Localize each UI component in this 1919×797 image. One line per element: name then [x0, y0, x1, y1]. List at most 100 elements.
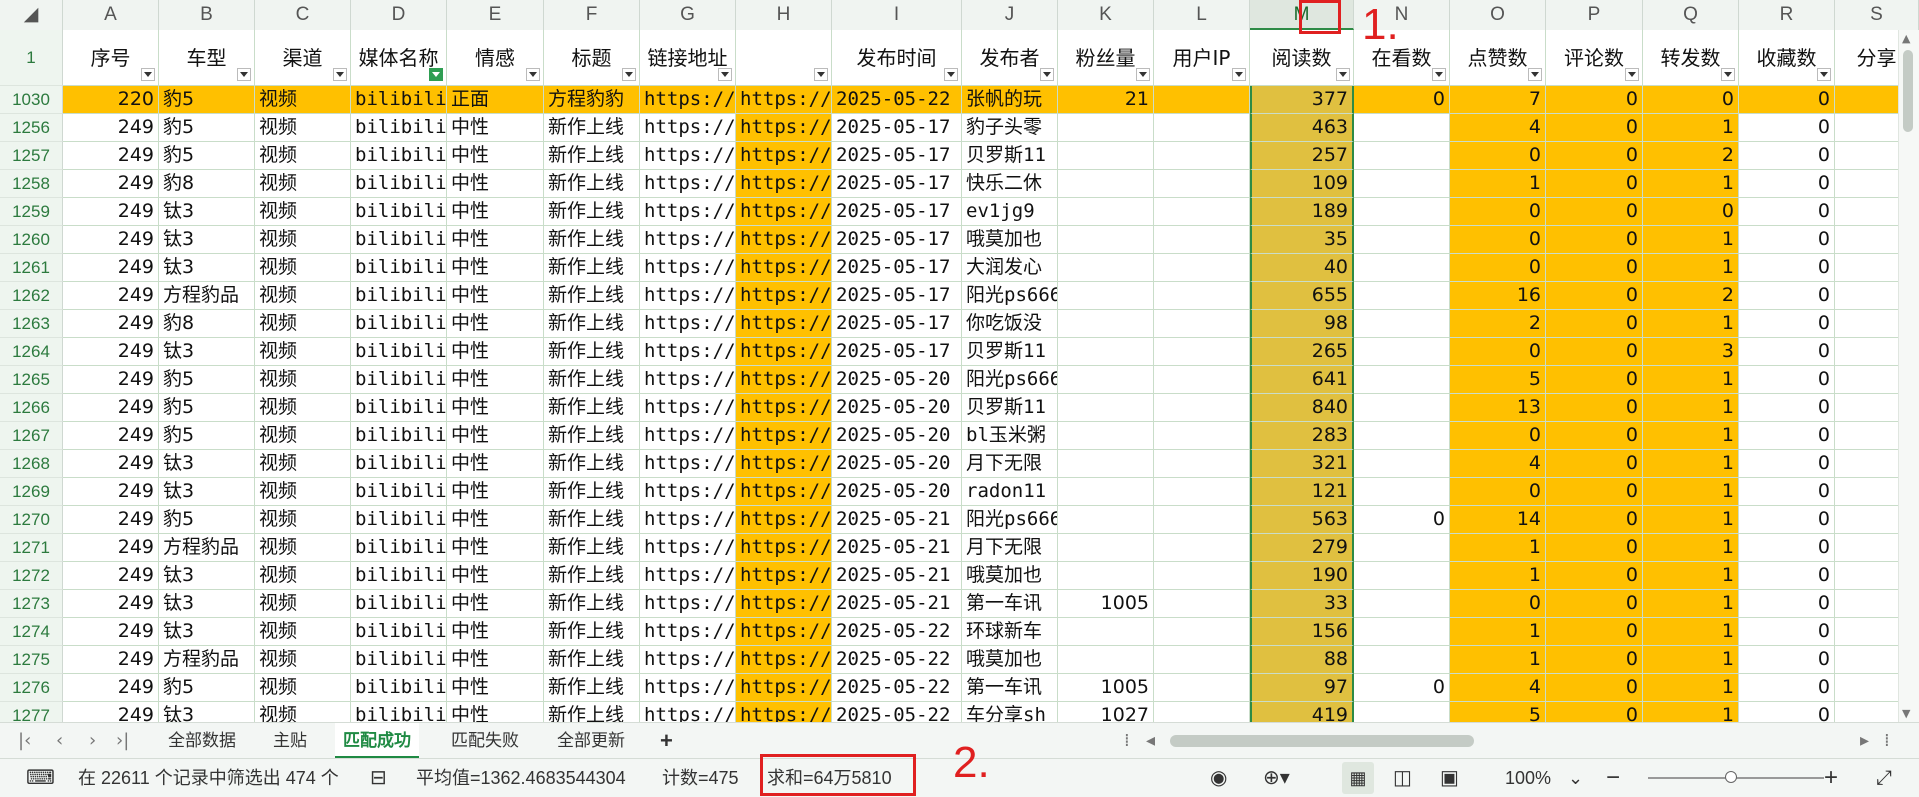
cell-N[interactable] — [1354, 422, 1450, 450]
cell-N[interactable] — [1354, 394, 1450, 422]
cell-D[interactable]: bilibili — [351, 226, 447, 254]
cell-I[interactable]: 2025-05-20 — [832, 422, 962, 450]
filter-dropdown-icon[interactable] — [1136, 68, 1150, 81]
filter-dropdown-icon[interactable] — [1432, 68, 1446, 81]
row-header[interactable]: 1257 — [0, 142, 63, 170]
cell-L[interactable] — [1154, 674, 1250, 702]
tab-match-success[interactable]: 匹配成功 — [335, 723, 419, 759]
row-header[interactable]: 1269 — [0, 478, 63, 506]
header-cell-E[interactable]: 情感 — [447, 30, 544, 86]
cell-J[interactable]: 豹子头零 — [962, 114, 1058, 142]
cell-G[interactable]: https://w — [640, 618, 736, 646]
cell-A[interactable]: 249 — [63, 618, 159, 646]
cell-I[interactable]: 2025-05-20 — [832, 478, 962, 506]
cell-J[interactable]: 哦莫加也 — [962, 226, 1058, 254]
cell-O[interactable]: 7 — [1450, 86, 1546, 114]
cell-P[interactable]: 0 — [1546, 198, 1643, 226]
cell-G[interactable]: https://w — [640, 450, 736, 478]
cell-J[interactable]: 哦莫加也 — [962, 562, 1058, 590]
cell-E[interactable]: 中性 — [447, 450, 544, 478]
cell-M[interactable]: 33 — [1250, 590, 1354, 618]
header-cell-P[interactable]: 评论数 — [1546, 30, 1643, 86]
cell-N[interactable] — [1354, 198, 1450, 226]
cell-I[interactable]: 2025-05-22 — [832, 646, 962, 674]
cell-P[interactable]: 0 — [1546, 282, 1643, 310]
cell-O[interactable]: 0 — [1450, 198, 1546, 226]
cell-I[interactable]: 2025-05-22 — [832, 674, 962, 702]
first-sheet-icon[interactable]: |‹ — [18, 723, 31, 759]
cell-Q[interactable]: 2 — [1643, 142, 1739, 170]
cell-R[interactable]: 0 — [1739, 590, 1835, 618]
cell-J[interactable]: 快乐二休 — [962, 170, 1058, 198]
column-letter-G[interactable]: G — [640, 0, 736, 30]
cell-L[interactable] — [1154, 366, 1250, 394]
cell-Q[interactable]: 1 — [1643, 422, 1739, 450]
cell-N[interactable] — [1354, 366, 1450, 394]
cell-K[interactable]: 21 — [1058, 86, 1154, 114]
cell-J[interactable]: 月下无限 — [962, 534, 1058, 562]
cell-H[interactable]: https://w — [736, 590, 832, 618]
cell-F[interactable]: 新作上线 — [544, 450, 640, 478]
cell-E[interactable]: 中性 — [447, 254, 544, 282]
cell-O[interactable]: 1 — [1450, 562, 1546, 590]
cell-Q[interactable]: 1 — [1643, 674, 1739, 702]
header-cell-O[interactable]: 点赞数 — [1450, 30, 1546, 86]
cell-P[interactable]: 0 — [1546, 86, 1643, 114]
cell-J[interactable]: bl玉米粥 — [962, 422, 1058, 450]
cell-E[interactable]: 中性 — [447, 338, 544, 366]
cell-I[interactable]: 2025-05-17 — [832, 310, 962, 338]
cell-D[interactable]: bilibili — [351, 422, 447, 450]
cell-D[interactable]: bilibili — [351, 198, 447, 226]
cell-F[interactable]: 新作上线 — [544, 338, 640, 366]
cell-D[interactable]: bilibili — [351, 450, 447, 478]
cell-L[interactable] — [1154, 618, 1250, 646]
row-header[interactable]: 1277 — [0, 702, 63, 722]
cell-F[interactable]: 新作上线 — [544, 618, 640, 646]
cell-E[interactable]: 中性 — [447, 282, 544, 310]
cell-E[interactable]: 中性 — [447, 562, 544, 590]
cell-P[interactable]: 0 — [1546, 506, 1643, 534]
cell-P[interactable]: 0 — [1546, 170, 1643, 198]
cell-Q[interactable]: 1 — [1643, 618, 1739, 646]
cell-F[interactable]: 新作上线 — [544, 394, 640, 422]
cell-C[interactable]: 视频 — [255, 142, 351, 170]
cell-I[interactable]: 2025-05-22 — [832, 702, 962, 722]
cell-N[interactable]: 0 — [1354, 506, 1450, 534]
filter-dropdown-icon[interactable] — [1625, 68, 1639, 81]
filter-dropdown-icon[interactable] — [429, 68, 443, 81]
cell-H[interactable]: https://w — [736, 86, 832, 114]
cell-N[interactable] — [1354, 170, 1450, 198]
scroll-up-icon[interactable]: ▲ — [1902, 32, 1910, 45]
cell-I[interactable]: 2025-05-22 — [832, 618, 962, 646]
cell-O[interactable]: 1 — [1450, 618, 1546, 646]
cell-E[interactable]: 中性 — [447, 702, 544, 722]
cell-F[interactable]: 新作上线 — [544, 310, 640, 338]
cell-P[interactable]: 0 — [1546, 674, 1643, 702]
zoom-level[interactable]: 100% — [1505, 759, 1551, 797]
cell-M[interactable]: 97 — [1250, 674, 1354, 702]
cell-P[interactable]: 0 — [1546, 562, 1643, 590]
cell-O[interactable]: 4 — [1450, 114, 1546, 142]
cell-N[interactable]: 0 — [1354, 86, 1450, 114]
cell-G[interactable]: https://w — [640, 170, 736, 198]
tab-main-post[interactable]: 主贴 — [265, 723, 315, 759]
cell-K[interactable] — [1058, 338, 1154, 366]
cell-E[interactable]: 中性 — [447, 114, 544, 142]
cell-G[interactable]: https://w — [640, 226, 736, 254]
cell-J[interactable]: 阳光ps666 — [962, 282, 1058, 310]
cell-J[interactable]: 张帆的玩 — [962, 86, 1058, 114]
cell-M[interactable]: 419 — [1250, 702, 1354, 722]
header-cell-F[interactable]: 标题 — [544, 30, 640, 86]
cell-I[interactable]: 2025-05-17 — [832, 142, 962, 170]
cell-B[interactable]: 钛3 — [159, 450, 255, 478]
cell-B[interactable]: 方程豹品 — [159, 646, 255, 674]
cell-H[interactable]: https://w — [736, 310, 832, 338]
cell-P[interactable]: 0 — [1546, 394, 1643, 422]
cell-C[interactable]: 视频 — [255, 674, 351, 702]
page-break-view-icon[interactable]: ◫ — [1393, 759, 1412, 797]
cell-Q[interactable]: 0 — [1643, 86, 1739, 114]
cell-C[interactable]: 视频 — [255, 338, 351, 366]
cell-Q[interactable]: 1 — [1643, 366, 1739, 394]
row-header[interactable]: 1263 — [0, 310, 63, 338]
cell-Q[interactable]: 1 — [1643, 478, 1739, 506]
